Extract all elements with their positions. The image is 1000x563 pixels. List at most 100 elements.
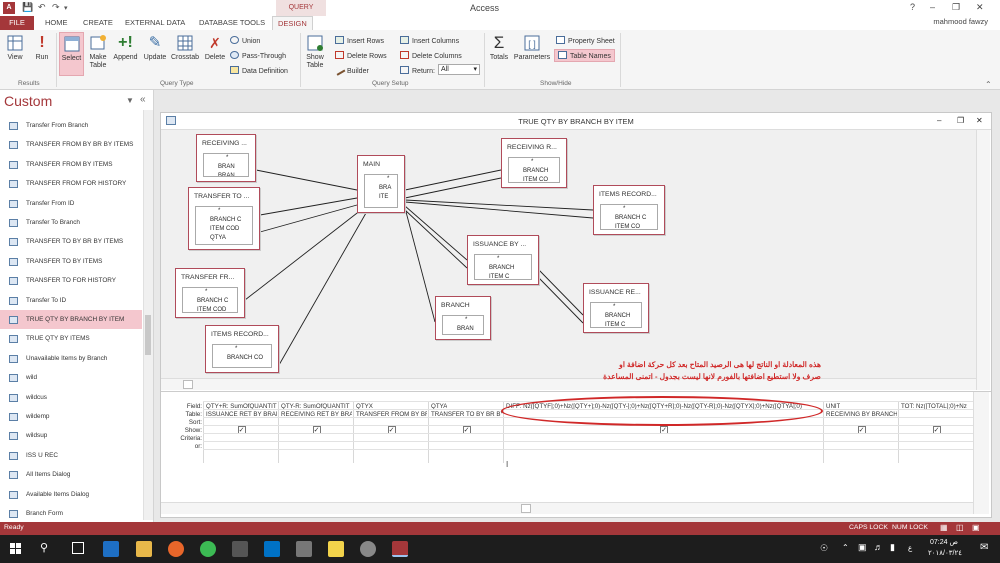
field-item[interactable]: BRANCH — [475, 264, 531, 273]
app-icon[interactable] — [360, 541, 376, 557]
nav-item[interactable]: Available Items Dialog — [0, 485, 142, 504]
tab-external-data[interactable]: EXTERNAL DATA — [120, 16, 190, 30]
nav-item[interactable]: TRUE QTY BY BRANCH BY ITEM — [0, 310, 142, 330]
datasheet-view-icon[interactable]: ▦ — [940, 523, 948, 532]
table-field-list[interactable]: TRANSFER FR... * BRANCH C ITEM COD — [175, 268, 245, 318]
input-language[interactable]: ع — [908, 544, 912, 552]
nav-item[interactable]: TRANSFER TO BY ITEMS — [0, 252, 142, 271]
doc-minimize-icon[interactable]: – — [937, 116, 941, 125]
field-item[interactable]: * — [365, 175, 397, 184]
update-button[interactable]: ✎ Update — [142, 34, 168, 61]
windows-start-icon[interactable] — [10, 543, 22, 555]
table-field-list[interactable]: ISSUANCE BY ... * BRANCH ITEM C — [467, 235, 539, 285]
table-title[interactable]: BRANCH — [436, 297, 490, 313]
join-line[interactable] — [404, 169, 502, 191]
diagram-vertical-scrollbar[interactable] — [976, 130, 990, 390]
field-list[interactable]: * BRANCH ITEM CO — [508, 157, 560, 183]
search-icon[interactable]: ⚲ — [40, 541, 48, 554]
minimize-icon[interactable]: – — [930, 2, 935, 12]
save-icon[interactable]: 💾 — [22, 2, 33, 13]
calculator-icon[interactable] — [296, 541, 312, 557]
field-item[interactable]: * — [591, 303, 641, 312]
nav-pane-title[interactable]: Custom — [4, 93, 52, 109]
field-item[interactable]: * — [509, 158, 559, 167]
pass-through-button[interactable]: Pass-Through — [230, 51, 286, 60]
table-title[interactable]: RECEIVING ... — [197, 135, 255, 151]
sql-view-icon[interactable]: ◫ — [956, 523, 964, 532]
table-field-list[interactable]: RECEIVING R... * BRANCH ITEM CO — [501, 138, 567, 188]
chrome-icon[interactable] — [200, 541, 216, 557]
nav-item[interactable]: wildsup — [0, 426, 142, 445]
clock-time[interactable]: 07:24 ص — [930, 538, 958, 546]
field-list[interactable]: * BRAN BRAN — [203, 153, 249, 177]
table-field-list[interactable]: BRANCH * BRAN — [435, 296, 491, 340]
notifications-icon[interactable]: ✉ — [980, 542, 988, 553]
field-item[interactable]: ITEM C — [475, 273, 531, 279]
battery-icon[interactable]: ▮ — [890, 542, 895, 553]
field-item[interactable]: * — [475, 255, 531, 264]
join-line[interactable] — [404, 177, 502, 199]
field-item[interactable]: ITEM COD — [196, 225, 252, 234]
make-table-button[interactable]: Make Table — [87, 34, 109, 70]
field-item[interactable]: * — [443, 316, 483, 325]
undo-icon[interactable]: ↶ — [38, 2, 46, 13]
field-list[interactable]: * BRAN — [442, 315, 484, 335]
join-line[interactable] — [404, 209, 468, 269]
design-view-icon[interactable]: ▣ — [972, 523, 980, 532]
table-field-list[interactable]: RECEIVING ... * BRAN BRAN — [196, 134, 256, 182]
user-name[interactable]: mahmood fawzy — [933, 17, 988, 26]
nav-item[interactable]: All Items Dialog — [0, 465, 142, 484]
field-item[interactable]: BRAN — [443, 325, 483, 334]
insert-columns-button[interactable]: Insert Columns — [400, 36, 459, 45]
field-item[interactable]: QTYA — [196, 234, 252, 243]
delete-columns-button[interactable]: Delete Columns — [400, 51, 462, 60]
tab-create[interactable]: CREATE — [78, 16, 118, 30]
table-field-list[interactable]: ITEMS RECORD... * BRANCH CO — [205, 325, 279, 373]
customize-toolbar-icon[interactable]: ▾ — [64, 4, 68, 12]
access-taskbar-icon[interactable] — [392, 541, 408, 557]
grid-column[interactable]: QTY-R: SumOfQUANTIT RECEIVING RET BY BRAI… — [278, 401, 353, 463]
nav-item[interactable]: wild — [0, 368, 142, 387]
help-icon[interactable]: ? — [910, 2, 915, 12]
field-list[interactable]: * BRANCH ITEM C — [590, 302, 642, 328]
nav-item[interactable]: TRANSFER FROM BY BR BY ITEMS — [0, 135, 142, 154]
edge-icon[interactable] — [103, 541, 119, 557]
join-line[interactable] — [404, 205, 468, 261]
nav-item[interactable]: TRANSFER FROM BY ITEMS — [0, 155, 142, 174]
union-button[interactable]: Union — [230, 36, 260, 45]
nav-item[interactable]: Transfer From Branch — [0, 116, 142, 135]
field-item[interactable]: BRANCH — [591, 312, 641, 321]
select-query-button[interactable]: Select — [59, 32, 84, 76]
data-definition-button[interactable]: Data Definition — [230, 66, 288, 75]
field-list[interactable]: * BRANCH CO — [212, 344, 272, 368]
nav-menu-icon[interactable]: ▼ — [126, 96, 134, 105]
grid-column[interactable]: QTY+R: SumOfQUANTIT ISSUANCE RET BY BRAN ✓ — [203, 401, 278, 463]
join-line[interactable] — [259, 204, 358, 233]
photos-icon[interactable] — [232, 541, 248, 557]
tab-home[interactable]: HOME — [40, 16, 73, 30]
field-item[interactable]: ITE — [365, 193, 397, 202]
table-names-button[interactable]: Table Names — [554, 49, 615, 62]
table-field-list[interactable]: ISSUANCE RE... * BRANCH ITEM C — [583, 283, 649, 333]
firefox-icon[interactable] — [168, 541, 184, 557]
insert-rows-button[interactable]: Insert Rows — [335, 36, 384, 45]
field-item[interactable]: ITEM CO — [509, 176, 559, 182]
join-line[interactable] — [404, 207, 436, 323]
totals-button[interactable]: Σ Totals — [488, 34, 510, 62]
tab-design[interactable]: DESIGN — [272, 16, 313, 30]
sticky-notes-icon[interactable] — [328, 541, 344, 557]
field-list[interactable]: * BRANCH ITEM C — [474, 254, 532, 280]
redo-icon[interactable]: ↷ — [52, 2, 60, 13]
field-item[interactable]: * — [213, 345, 271, 354]
field-list[interactable]: * BRANCH C ITEM COD — [182, 287, 238, 313]
field-item[interactable]: * — [601, 205, 657, 214]
volume-icon[interactable]: ♬ — [874, 542, 883, 552]
field-item[interactable]: BRANCH — [509, 167, 559, 176]
table-title[interactable]: TRANSFER TO ... — [189, 188, 259, 204]
doc-close-icon[interactable]: ✕ — [976, 116, 983, 125]
table-title[interactable]: RECEIVING R... — [502, 139, 566, 155]
restore-icon[interactable]: ❐ — [952, 2, 960, 13]
join-line[interactable] — [404, 201, 594, 219]
field-item[interactable]: BRANCH C — [183, 297, 237, 306]
join-line[interactable] — [538, 277, 584, 324]
